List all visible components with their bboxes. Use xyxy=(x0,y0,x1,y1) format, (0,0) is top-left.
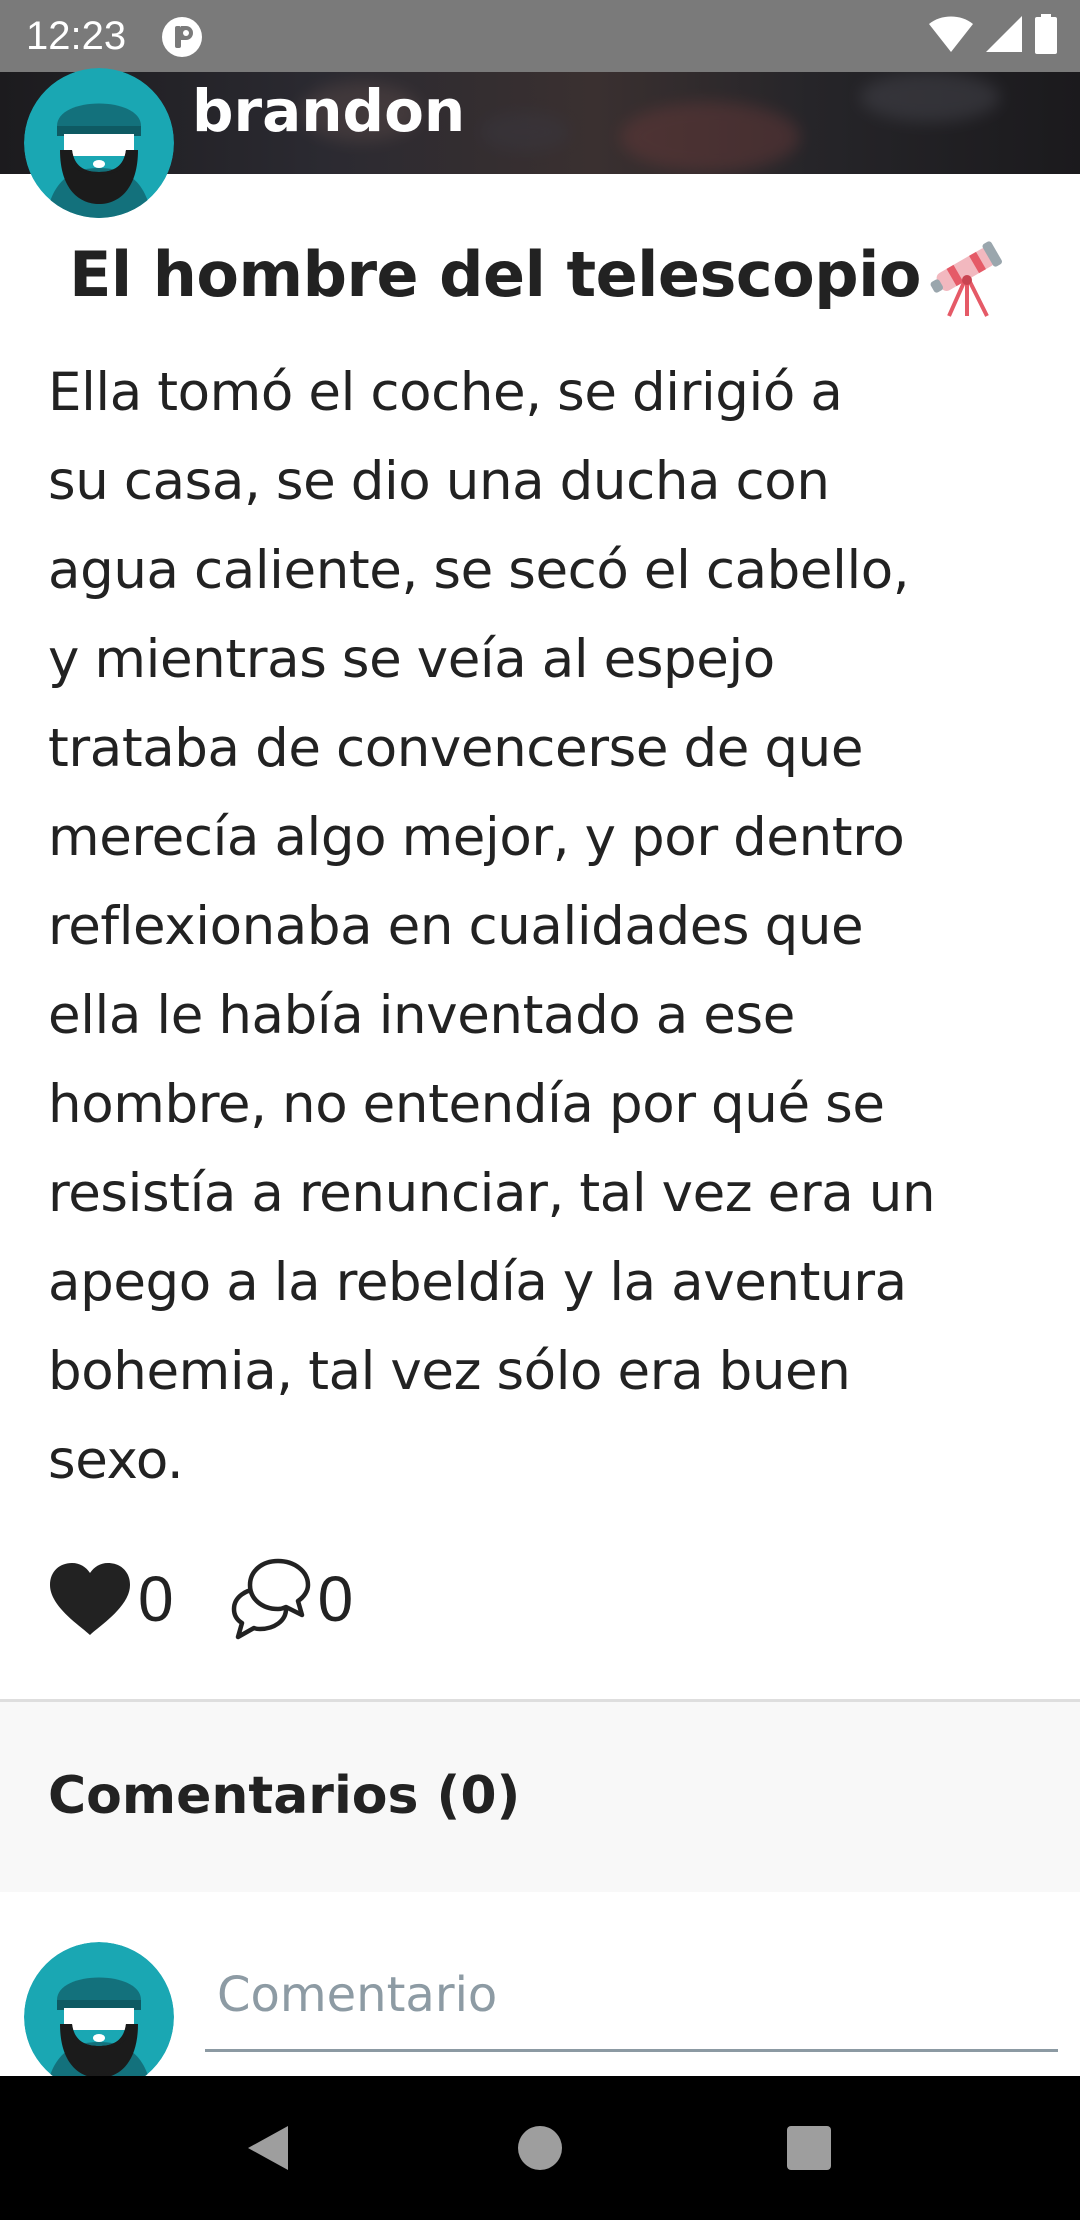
back-button[interactable] xyxy=(232,2112,304,2184)
recents-icon[interactable] xyxy=(785,2124,833,2172)
wifi-icon xyxy=(929,16,973,52)
post-body-line: reflexionaba en cualidades que xyxy=(48,896,864,957)
post-body-line: resistía a renunciar, tal vez era un xyxy=(48,1163,936,1224)
home-button[interactable] xyxy=(504,2112,576,2184)
home-icon[interactable] xyxy=(516,2124,564,2172)
heart-icon[interactable] xyxy=(48,1561,132,1637)
battery-icon xyxy=(1035,14,1057,54)
post-actions: 0 0 xyxy=(48,1556,353,1642)
post-body-line: su casa, se dio una ducha con xyxy=(48,451,830,512)
post-body: Ella tomó el coche, se dirigió a su casa… xyxy=(48,348,1038,1505)
post-body-line: merecía algo mejor, y por dentro xyxy=(48,807,905,868)
bearded-man-avatar-icon xyxy=(24,1942,174,2092)
post-title: El hombre del telescopio xyxy=(69,238,921,311)
telescope-icon xyxy=(930,241,1002,317)
status-time: 12:23 xyxy=(26,14,127,58)
post-body-line: agua caliente, se secó el cabello, xyxy=(48,540,910,601)
comment-input[interactable] xyxy=(205,1940,1058,2052)
comment-count: 0 xyxy=(317,1563,354,1635)
comments-header-section: Comentarios (0) xyxy=(0,1702,1080,1892)
app-notification-icon xyxy=(162,17,202,57)
cell-signal-icon xyxy=(986,16,1022,52)
post-body-line: sexo. xyxy=(48,1430,184,1491)
post-body-line: apego a la rebeldía y la aventura xyxy=(48,1252,907,1313)
post-body-line: bohemia, tal vez sólo era buen xyxy=(48,1341,851,1402)
avatar[interactable] xyxy=(24,68,174,218)
post-body-line: hombre, no entendía por qué se xyxy=(48,1074,885,1135)
post-body-line: ella le había inventado a ese xyxy=(48,985,795,1046)
comments-heading: Comentarios (0) xyxy=(48,1766,521,1826)
username[interactable]: brandon xyxy=(192,76,465,146)
chat-bubbles-icon[interactable] xyxy=(226,1557,312,1641)
status-bar: 12:23 xyxy=(0,0,1080,72)
comment-button[interactable]: 0 xyxy=(226,1557,354,1641)
status-icons xyxy=(928,14,1058,54)
post-body-line: trataba de convencerse de que xyxy=(48,718,864,779)
like-count: 0 xyxy=(138,1563,174,1635)
avatar xyxy=(24,1942,174,2092)
navigation-bar xyxy=(0,2076,1080,2220)
back-icon[interactable] xyxy=(242,2122,294,2174)
bearded-man-avatar-icon xyxy=(24,68,174,218)
recents-button[interactable] xyxy=(773,2112,845,2184)
post-body-line: y mientras se veía al espejo xyxy=(48,629,775,690)
like-button[interactable]: 0 xyxy=(48,1559,174,1639)
post-body-line: Ella tomó el coche, se dirigió a xyxy=(48,362,843,423)
post-title-row: El hombre del telescopio xyxy=(0,232,1080,318)
